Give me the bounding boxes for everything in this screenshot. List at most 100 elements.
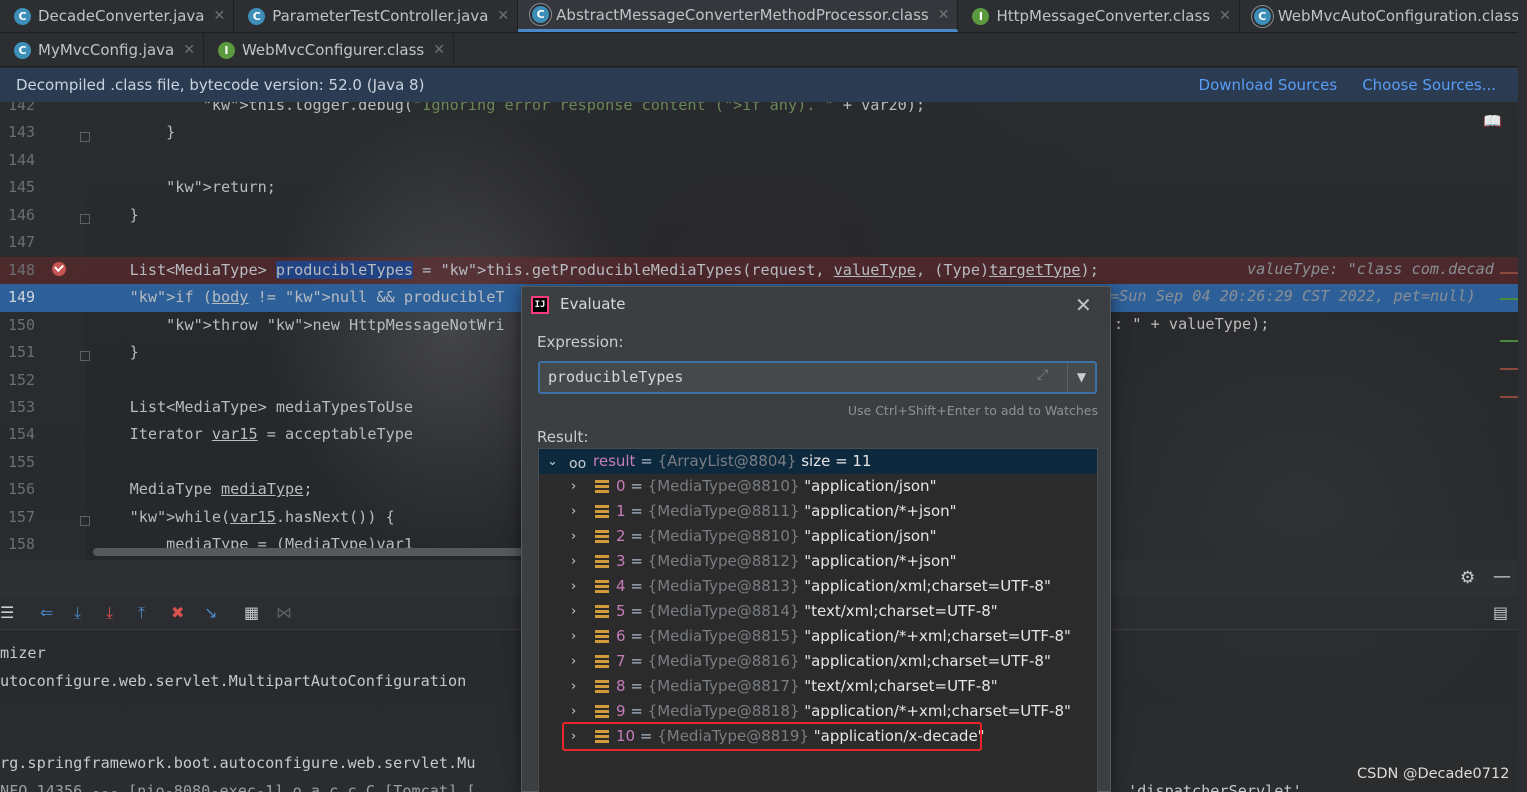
code-line[interactable]: 143 } bbox=[0, 119, 1518, 147]
step-out-icon[interactable]: ⤒ bbox=[138, 603, 145, 623]
run-to-cursor-icon[interactable]: ↘ bbox=[204, 603, 217, 622]
code-text: } bbox=[93, 123, 176, 142]
line-number[interactable]: 150 bbox=[8, 312, 38, 340]
editor-tab[interactable]: C MyMvcConfig.java ✕ bbox=[0, 34, 204, 66]
fold-marker-icon[interactable] bbox=[80, 351, 90, 361]
line-number[interactable]: 153 bbox=[8, 394, 38, 422]
chevron-right-icon[interactable]: › bbox=[571, 549, 576, 574]
code-line[interactable]: 144 bbox=[0, 147, 1518, 175]
chevron-right-icon[interactable]: › bbox=[571, 649, 576, 674]
chevron-right-icon[interactable]: › bbox=[571, 574, 576, 599]
line-number[interactable]: 158 bbox=[8, 531, 38, 559]
step-over-icon[interactable]: ⤓ bbox=[74, 603, 81, 623]
result-root-row[interactable]: ⌄ oo result = {ArrayList@8804} size = 11 bbox=[539, 449, 1097, 474]
evaluate-expression-icon[interactable]: ▦ bbox=[244, 603, 259, 622]
intellij-logo-icon: IJ bbox=[531, 296, 549, 314]
editor-tab[interactable]: CWebMvcAutoConfiguration.class✕ bbox=[1240, 0, 1527, 32]
class-locked-icon: C bbox=[532, 6, 550, 23]
evaluate-title-bar[interactable]: IJ Evaluate ✕ bbox=[522, 287, 1110, 323]
settings-gear-icon[interactable]: ⚙ bbox=[1460, 568, 1475, 588]
trace-icon[interactable]: ⋈ bbox=[276, 603, 292, 622]
code-line[interactable]: 147 bbox=[0, 229, 1518, 257]
chevron-right-icon[interactable]: › bbox=[571, 599, 576, 624]
close-tab-icon[interactable]: ✕ bbox=[938, 7, 950, 23]
field-icon bbox=[595, 630, 609, 643]
chevron-right-icon[interactable]: › bbox=[571, 699, 576, 724]
minimize-icon[interactable]: — bbox=[1493, 566, 1511, 587]
chevron-down-icon[interactable]: ⌄ bbox=[547, 449, 558, 474]
expand-icon[interactable]: ⤢ bbox=[1037, 367, 1048, 383]
error-stripe[interactable] bbox=[1518, 0, 1527, 792]
result-item-row[interactable]: › 7 = {MediaType@8816} "application/xml;c… bbox=[539, 649, 1097, 674]
result-item-row[interactable]: › 6 = {MediaType@8815} "application/*+xml… bbox=[539, 624, 1097, 649]
close-icon[interactable]: ✕ bbox=[1075, 293, 1092, 317]
close-tab-icon[interactable]: ✕ bbox=[497, 8, 509, 24]
item-ref: {MediaType@8810} bbox=[647, 477, 800, 495]
code-line[interactable]: 146 } bbox=[0, 202, 1518, 230]
breakpoint-icon[interactable] bbox=[52, 262, 66, 276]
line-number[interactable]: 143 bbox=[8, 119, 38, 147]
line-number[interactable]: 144 bbox=[8, 147, 38, 175]
line-number[interactable]: 152 bbox=[8, 367, 38, 395]
expression-input[interactable]: producibleTypes ⤢ ▼ bbox=[538, 361, 1097, 394]
line-number[interactable]: 151 bbox=[8, 339, 38, 367]
result-item-row[interactable]: › 2 = {MediaType@8810} "application/json" bbox=[539, 524, 1097, 549]
close-tab-icon[interactable]: ✕ bbox=[214, 8, 226, 24]
close-tab-icon[interactable]: ✕ bbox=[183, 42, 195, 58]
layout-icon[interactable]: ▤ bbox=[1493, 603, 1508, 622]
line-number[interactable]: 155 bbox=[8, 449, 38, 477]
chevron-right-icon[interactable]: › bbox=[571, 474, 576, 499]
result-item-row[interactable]: › 4 = {MediaType@8813} "application/xml;c… bbox=[539, 574, 1097, 599]
chevron-right-icon[interactable]: › bbox=[571, 674, 576, 699]
result-item-row[interactable]: › 9 = {MediaType@8818} "application/*+xml… bbox=[539, 699, 1097, 724]
result-item-row[interactable]: › 0 = {MediaType@8810} "application/json" bbox=[539, 474, 1097, 499]
line-number[interactable]: 148 bbox=[8, 257, 38, 285]
fold-marker-icon[interactable] bbox=[80, 132, 90, 142]
step-into-icon[interactable]: ⤓ bbox=[106, 603, 113, 623]
evaluate-title: Evaluate bbox=[560, 295, 626, 313]
item-index: 7 bbox=[616, 652, 626, 670]
close-tab-icon[interactable]: ✕ bbox=[433, 42, 445, 58]
root-size: size = 11 bbox=[801, 452, 872, 470]
tab-label: HttpMessageConverter.class bbox=[996, 7, 1211, 25]
editor-tab[interactable]: C AbstractMessageConverterMethodProcessor… bbox=[518, 0, 959, 32]
console-line: 'dispatcherServlet' bbox=[1128, 782, 1302, 792]
code-line[interactable]: 142 "kw">this.logger.debug("Ignoring err… bbox=[0, 102, 1518, 120]
chevron-right-icon[interactable]: › bbox=[571, 524, 576, 549]
horizontal-scrollbar[interactable] bbox=[93, 548, 523, 556]
drop-frame-icon[interactable]: ✖ bbox=[171, 603, 184, 622]
history-dropdown-button[interactable]: ▼ bbox=[1067, 363, 1095, 392]
download-sources-link[interactable]: Download Sources bbox=[1199, 76, 1338, 94]
chevron-right-icon[interactable]: › bbox=[571, 624, 576, 649]
choose-sources-link[interactable]: Choose Sources... bbox=[1362, 76, 1496, 94]
line-number[interactable]: 156 bbox=[8, 476, 38, 504]
editor-tab[interactable]: I WebMvcConfigurer.class ✕ bbox=[204, 34, 454, 66]
line-number[interactable]: 142 bbox=[8, 102, 38, 120]
line-number[interactable]: 145 bbox=[8, 174, 38, 202]
result-item-row[interactable]: › 1 = {MediaType@8811} "application/*+jso… bbox=[539, 499, 1097, 524]
line-number[interactable]: 147 bbox=[8, 229, 38, 257]
chevron-right-icon[interactable]: › bbox=[571, 499, 576, 524]
result-item-row[interactable]: › 3 = {MediaType@8812} "application/*+jso… bbox=[539, 549, 1097, 574]
editor-tab[interactable]: C DecadeConverter.java ✕ bbox=[0, 0, 235, 32]
result-item-row[interactable]: › 8 = {MediaType@8817} "text/xml;charset=… bbox=[539, 674, 1097, 699]
field-icon bbox=[595, 505, 609, 518]
menu-lines-icon[interactable]: ☰ bbox=[0, 603, 14, 622]
item-value: "application/*+xml;charset=UTF-8" bbox=[804, 702, 1071, 720]
item-value: "application/json" bbox=[804, 527, 937, 545]
editor-tabs-row-2: C MyMvcConfig.java ✕ I WebMvcConfigurer.clas… bbox=[0, 34, 1527, 67]
line-number[interactable]: 146 bbox=[8, 202, 38, 230]
reader-mode-icon[interactable]: 📖 bbox=[1483, 112, 1502, 130]
line-number[interactable]: 157 bbox=[8, 504, 38, 532]
fold-marker-icon[interactable] bbox=[80, 214, 90, 224]
fold-marker-icon[interactable] bbox=[80, 516, 90, 526]
code-line[interactable]: 145 "kw">return; bbox=[0, 174, 1518, 202]
result-item-row[interactable]: › 5 = {MediaType@8814} "text/xml;charset=… bbox=[539, 599, 1097, 624]
close-tab-icon[interactable]: ✕ bbox=[1219, 8, 1231, 24]
editor-tab[interactable]: C ParameterTestController.java ✕ bbox=[234, 0, 519, 32]
editor-tab[interactable]: I HttpMessageConverter.class ✕ bbox=[958, 0, 1240, 32]
item-ref: {MediaType@8810} bbox=[647, 527, 800, 545]
show-execution-point-icon[interactable]: ⇐ bbox=[40, 603, 53, 622]
line-number[interactable]: 149 bbox=[8, 284, 38, 312]
line-number[interactable]: 154 bbox=[8, 421, 38, 449]
